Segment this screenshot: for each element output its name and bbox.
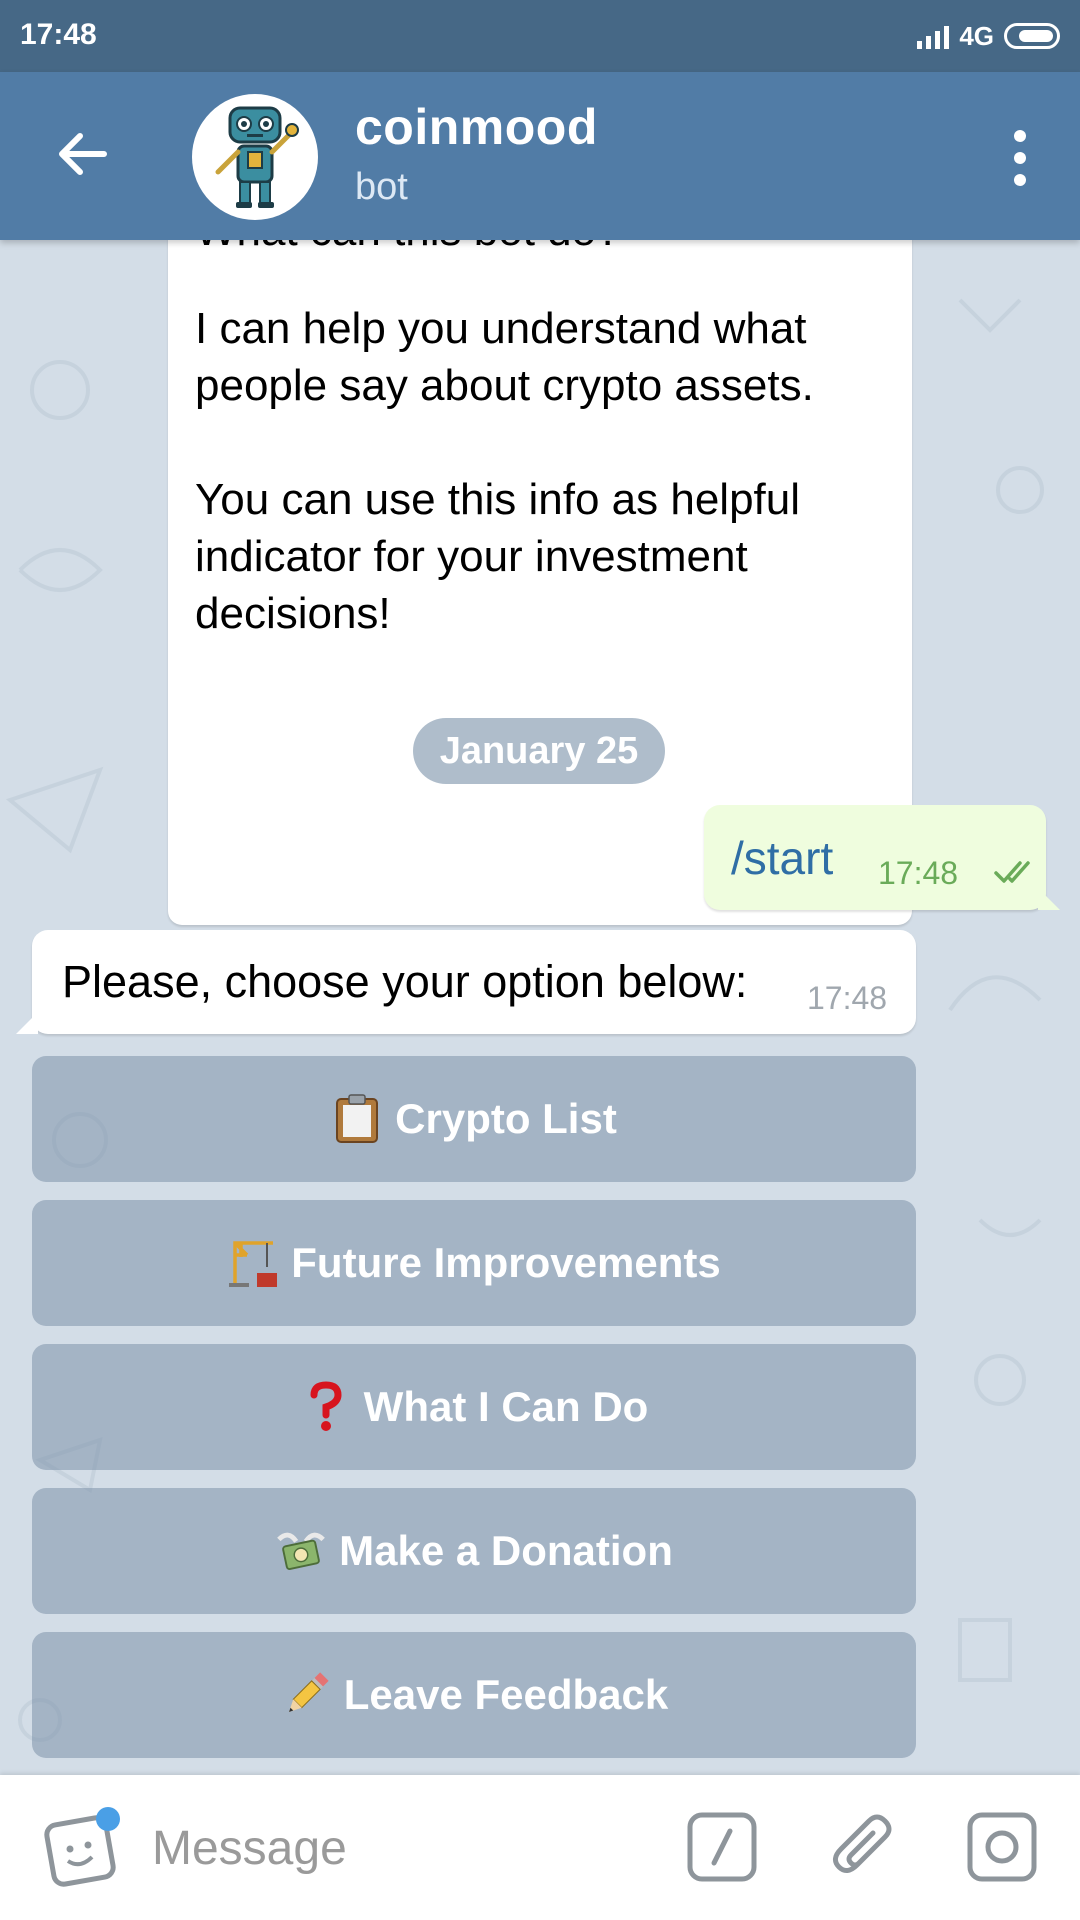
robot-avatar-icon (215, 106, 299, 208)
bot-description-line: people say about crypto assets. (195, 361, 814, 410)
chat-subtitle: bot (355, 166, 408, 208)
attach-button[interactable] (825, 1807, 905, 1887)
bot-description-line: decisions! (195, 589, 391, 638)
keyboard-button-crypto-list[interactable]: Crypto List (32, 1056, 916, 1182)
attach-icon (833, 1814, 892, 1873)
message-text: Please, choose your option below: (62, 956, 748, 1007)
message-composer (0, 1775, 1080, 1920)
message-time: 17:48 (878, 855, 959, 891)
bot-description-line: You can use this info as helpful (195, 475, 801, 524)
bot-description-heading: What can this bot do? (195, 240, 621, 259)
battery-icon (1004, 23, 1060, 49)
date-separator: January 25 (413, 718, 665, 784)
avatar[interactable] (192, 94, 318, 220)
network-type: 4G (959, 20, 994, 51)
keyboard-button-what-i-can-do[interactable]: What I Can Do (32, 1344, 916, 1470)
pencil-icon (280, 1669, 332, 1721)
message-text: /start (731, 832, 834, 884)
clipboard-icon (331, 1093, 383, 1145)
chat-area[interactable]: What can this bot do? I can help you und… (0, 240, 1080, 1775)
back-button[interactable] (40, 112, 124, 196)
status-time: 17:48 (20, 18, 97, 51)
bot-command-icon (687, 1812, 757, 1882)
camera-button[interactable] (962, 1807, 1042, 1887)
double-check-icon (994, 861, 1030, 883)
keyboard-button-label: Leave Feedback (343, 1671, 669, 1718)
bot-command-button[interactable] (682, 1807, 762, 1887)
keyboard-button-leave-feedback[interactable]: Leave Feedback (32, 1632, 916, 1758)
keyboard-button-label: Make a Donation (339, 1527, 673, 1574)
keyboard-button-future-improvements[interactable]: Future Improvements (32, 1200, 916, 1326)
status-indicators: 4G (917, 16, 1060, 56)
incoming-message[interactable]: Please, choose your option below: 17:48 (16, 930, 916, 1034)
outgoing-message[interactable]: /start 17:48 (704, 805, 1060, 910)
construction-crane-icon (227, 1237, 279, 1289)
keyboard-button-label: Crypto List (395, 1095, 617, 1142)
money-with-wings-icon (275, 1525, 327, 1577)
back-arrow-icon (59, 133, 107, 175)
sticker-icon (44, 1807, 120, 1887)
chat-title[interactable]: coinmood (355, 98, 598, 156)
status-bar: 17:48 4G (0, 0, 1080, 72)
sticker-button[interactable] (40, 1805, 124, 1889)
keyboard-button-label: Future Improvements (291, 1239, 721, 1286)
more-menu-button[interactable] (990, 118, 1050, 198)
keyboard-button-make-a-donation[interactable]: Make a Donation (32, 1488, 916, 1614)
keyboard-button-label: What I Can Do (363, 1383, 649, 1430)
camera-icon (967, 1812, 1037, 1882)
message-time: 17:48 (807, 980, 888, 1016)
question-mark-icon (300, 1381, 352, 1433)
message-input[interactable] (150, 1805, 654, 1891)
bot-description-line: I can help you understand what (195, 304, 807, 353)
chat-header: coinmood bot (0, 72, 1080, 240)
bot-description-line: indicator for your investment (195, 532, 748, 581)
signal-icon (917, 23, 950, 49)
